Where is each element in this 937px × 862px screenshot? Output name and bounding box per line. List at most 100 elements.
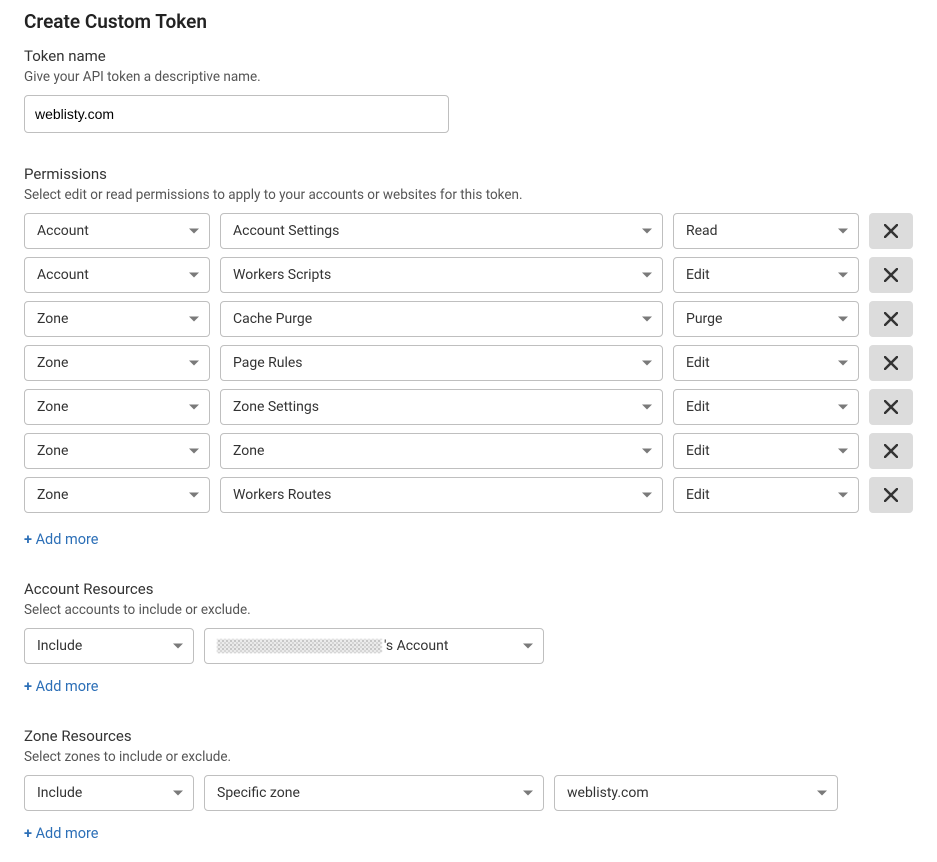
dropdown-value: Specific zone <box>217 785 300 801</box>
permission-remove-button[interactable] <box>869 213 913 249</box>
permission-row: Zone Page Rules Edit <box>24 345 913 381</box>
dropdown-value: Zone <box>233 443 264 459</box>
permission-row: Zone Cache Purge Purge <box>24 301 913 337</box>
redacted-text <box>217 639 382 653</box>
permissions-add-more[interactable]: + Add more <box>24 531 98 548</box>
permission-access-dropdown[interactable]: Read <box>673 213 859 249</box>
add-more-label: Add more <box>36 678 99 695</box>
token-name-section: Token name Give your API token a descrip… <box>24 47 913 133</box>
permission-row: Account Account Settings Read <box>24 213 913 249</box>
permission-scope-dropdown[interactable]: Zone <box>24 433 210 469</box>
permission-resource-dropdown[interactable]: Account Settings <box>220 213 663 249</box>
permission-resource-dropdown[interactable]: Zone <box>220 433 663 469</box>
chevron-down-icon <box>173 644 183 649</box>
permissions-desc: Select edit or read permissions to apply… <box>24 187 913 203</box>
close-icon <box>884 268 898 282</box>
dropdown-value: Zone <box>37 487 68 503</box>
permission-access-dropdown[interactable]: Edit <box>673 433 859 469</box>
permission-access-dropdown[interactable]: Edit <box>673 345 859 381</box>
page-title: Create Custom Token <box>24 10 913 33</box>
close-icon <box>884 224 898 238</box>
chevron-down-icon <box>523 791 533 796</box>
permission-scope-dropdown[interactable]: Account <box>24 257 210 293</box>
account-resource-mode-dropdown[interactable]: Include <box>24 628 194 664</box>
token-name-input[interactable] <box>24 95 449 133</box>
add-more-label: Add more <box>36 825 99 842</box>
close-icon <box>884 488 898 502</box>
dropdown-value: Zone <box>37 399 68 415</box>
chevron-down-icon <box>838 229 848 234</box>
permission-remove-button[interactable] <box>869 301 913 337</box>
permission-remove-button[interactable] <box>869 257 913 293</box>
dropdown-value: Edit <box>686 443 710 459</box>
close-icon <box>884 312 898 326</box>
permission-resource-dropdown[interactable]: Workers Routes <box>220 477 663 513</box>
permission-access-dropdown[interactable]: Edit <box>673 257 859 293</box>
dropdown-value: Zone <box>37 311 68 327</box>
dropdown-value: Zone Settings <box>233 399 319 415</box>
dropdown-value: Account Settings <box>233 223 339 239</box>
permissions-section: Permissions Select edit or read permissi… <box>24 165 913 548</box>
chevron-down-icon <box>642 405 652 410</box>
chevron-down-icon <box>189 317 199 322</box>
dropdown-value: Read <box>686 223 718 239</box>
permission-scope-dropdown[interactable]: Zone <box>24 345 210 381</box>
dropdown-value: Page Rules <box>233 355 303 371</box>
chevron-down-icon <box>838 317 848 322</box>
account-resources-add-more[interactable]: + Add more <box>24 678 98 695</box>
permission-resource-dropdown[interactable]: Cache Purge <box>220 301 663 337</box>
zone-resources-section: Zone Resources Select zones to include o… <box>24 727 913 842</box>
chevron-down-icon <box>523 644 533 649</box>
close-icon <box>884 356 898 370</box>
permission-resource-dropdown[interactable]: Page Rules <box>220 345 663 381</box>
permission-scope-dropdown[interactable]: Zone <box>24 301 210 337</box>
permission-scope-dropdown[interactable]: Zone <box>24 477 210 513</box>
chevron-down-icon <box>817 791 827 796</box>
dropdown-value: 's Account <box>217 638 448 654</box>
dropdown-value: Workers Scripts <box>233 267 331 283</box>
dropdown-value: Include <box>37 785 82 801</box>
permission-access-dropdown[interactable]: Edit <box>673 477 859 513</box>
dropdown-value: Purge <box>686 311 722 327</box>
permission-remove-button[interactable] <box>869 477 913 513</box>
account-resources-label: Account Resources <box>24 580 913 598</box>
account-resources-desc: Select accounts to include or exclude. <box>24 602 913 618</box>
add-more-label: Add more <box>36 531 99 548</box>
permission-access-dropdown[interactable]: Purge <box>673 301 859 337</box>
permission-remove-button[interactable] <box>869 345 913 381</box>
zone-resources-label: Zone Resources <box>24 727 913 745</box>
zone-resource-mode-dropdown[interactable]: Include <box>24 775 194 811</box>
permission-row: Zone Zone Edit <box>24 433 913 469</box>
account-resource-row: Include 's Account <box>24 628 913 664</box>
chevron-down-icon <box>642 273 652 278</box>
dropdown-value: weblisty.com <box>567 785 649 801</box>
dropdown-value: Zone <box>37 443 68 459</box>
close-icon <box>884 444 898 458</box>
permission-scope-dropdown[interactable]: Zone <box>24 389 210 425</box>
permission-resource-dropdown[interactable]: Workers Scripts <box>220 257 663 293</box>
token-name-label: Token name <box>24 47 913 65</box>
permission-scope-dropdown[interactable]: Account <box>24 213 210 249</box>
chevron-down-icon <box>642 493 652 498</box>
account-resources-section: Account Resources Select accounts to inc… <box>24 580 913 695</box>
chevron-down-icon <box>189 361 199 366</box>
dropdown-value: Edit <box>686 399 710 415</box>
permission-remove-button[interactable] <box>869 433 913 469</box>
zone-resource-zone-dropdown[interactable]: weblisty.com <box>554 775 838 811</box>
chevron-down-icon <box>838 273 848 278</box>
dropdown-value: Cache Purge <box>233 311 312 327</box>
permission-remove-button[interactable] <box>869 389 913 425</box>
permission-access-dropdown[interactable]: Edit <box>673 389 859 425</box>
zone-resources-add-more[interactable]: + Add more <box>24 825 98 842</box>
chevron-down-icon <box>642 229 652 234</box>
token-name-desc: Give your API token a descriptive name. <box>24 69 913 85</box>
permission-row: Zone Zone Settings Edit <box>24 389 913 425</box>
chevron-down-icon <box>189 405 199 410</box>
account-resource-account-dropdown[interactable]: 's Account <box>204 628 544 664</box>
chevron-down-icon <box>838 449 848 454</box>
chevron-down-icon <box>173 791 183 796</box>
chevron-down-icon <box>189 273 199 278</box>
zone-resource-scope-dropdown[interactable]: Specific zone <box>204 775 544 811</box>
chevron-down-icon <box>189 449 199 454</box>
permission-resource-dropdown[interactable]: Zone Settings <box>220 389 663 425</box>
